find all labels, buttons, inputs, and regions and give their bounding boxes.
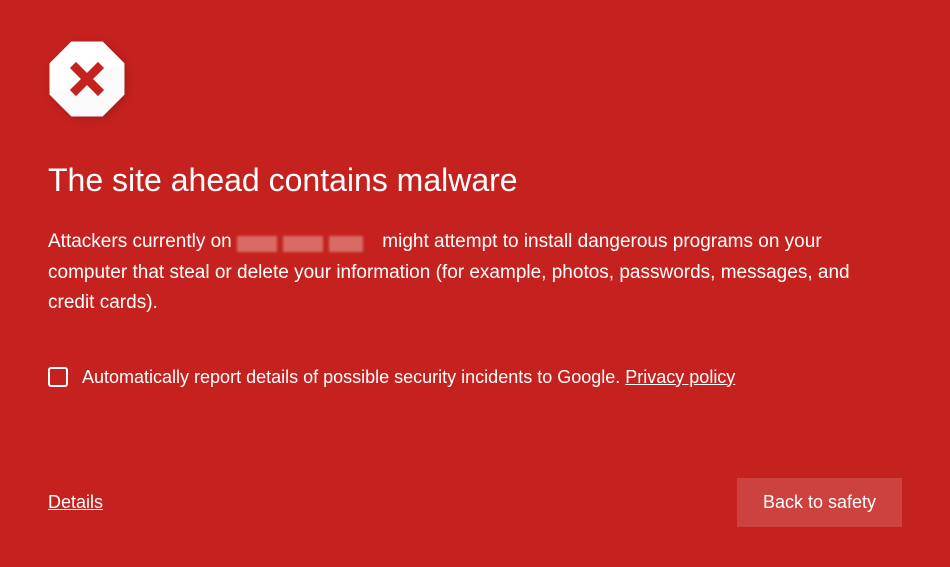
warning-heading: The site ahead contains malware bbox=[48, 161, 902, 199]
warning-body-before: Attackers currently on bbox=[48, 231, 237, 252]
report-row: Automatically report details of possible… bbox=[48, 367, 902, 388]
report-checkbox[interactable] bbox=[48, 367, 68, 387]
warning-body: Attackers currently on might attempt to … bbox=[48, 227, 888, 318]
warning-icon-wrap bbox=[48, 40, 902, 123]
stop-x-icon bbox=[48, 40, 126, 118]
privacy-policy-link[interactable]: Privacy policy bbox=[625, 367, 735, 387]
back-to-safety-button[interactable]: Back to safety bbox=[737, 478, 902, 527]
report-text: Automatically report details of possible… bbox=[82, 367, 625, 387]
details-link[interactable]: Details bbox=[48, 492, 103, 513]
redacted-site-name bbox=[237, 232, 377, 250]
footer-row: Details Back to safety bbox=[48, 458, 902, 527]
report-text-wrap: Automatically report details of possible… bbox=[82, 367, 735, 388]
